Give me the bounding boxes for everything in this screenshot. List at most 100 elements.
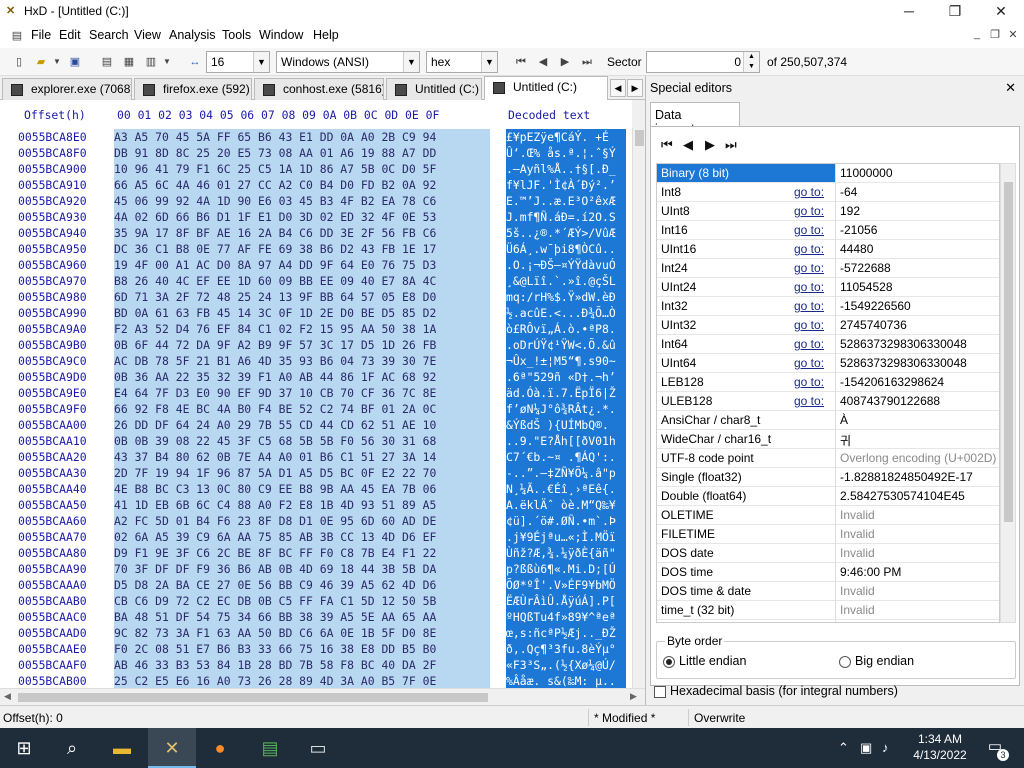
hex-row[interactable]: 0055BCA900 10 96 41 79 F1 6C 25 C5 1A 1D …	[0, 161, 632, 177]
row-bytes[interactable]: 0B 6F 44 72 DA 9F A2 B9 9F 57 3C 17 D5 1…	[114, 337, 490, 353]
row-decoded-text[interactable]: ¸&@Lïî.`.»î.@çŠL	[506, 273, 626, 289]
tab-firefox[interactable]: firefox.exe (592)	[134, 78, 252, 100]
volume-icon[interactable]: ♪	[882, 740, 889, 755]
scrollbar-thumb[interactable]	[635, 130, 644, 146]
hex-row[interactable]: 0055BCAA10 0B 0B 39 08 22 45 3F C5 68 5B …	[0, 433, 632, 449]
inspector-value[interactable]: 2.58427530574104E45	[835, 487, 999, 505]
hex-row[interactable]: 0055BCA9A0 F2 A3 52 D4 76 EF 84 C1 02 F2 …	[0, 321, 632, 337]
row-decoded-text[interactable]: ¢ü].´ö#.ØÑ.•m`.Þ	[506, 513, 626, 529]
inspector-row[interactable]: FILETIME Invalid	[657, 525, 999, 544]
hex-row[interactable]: 0055BCA8E0 A3 A5 70 45 5A FF 65 B6 43 E1 …	[0, 129, 632, 145]
row-bytes[interactable]: 9C 82 73 3A F1 63 AA 50 BD C6 6A 0E 1B 5…	[114, 625, 490, 641]
tab-untitled-c-1[interactable]: Untitled (C:)	[386, 78, 482, 100]
row-bytes[interactable]: E4 64 7F D3 E0 90 EF 9D 37 10 CB 70 CF 3…	[114, 385, 490, 401]
inspector-value[interactable]: Invalid	[835, 525, 999, 543]
row-decoded-text[interactable]: Ùñž?Æ,¾.¼ÿðÈ{äñ"	[506, 545, 626, 561]
last-icon[interactable]: ⏭	[725, 137, 737, 153]
row-bytes[interactable]: 26 DD DF 64 24 A0 29 7B 55 CD 44 CD 62 5…	[114, 417, 490, 433]
hex-row[interactable]: 0055BCA960 19 4F 00 A1 AC D0 8A 97 A4 DD …	[0, 257, 632, 273]
open-file-icon[interactable]: ▰	[32, 53, 50, 71]
row-bytes[interactable]: 66 92 F8 4E BC 4A B0 F4 BE 52 C2 74 BF 0…	[114, 401, 490, 417]
inspector-row[interactable]: UInt24 go to: 11054528	[657, 278, 999, 297]
goto-link[interactable]: go to:	[794, 299, 824, 313]
hex-row[interactable]: 0055BCA9D0 0B 36 AA 22 35 32 39 F1 A0 AB …	[0, 369, 632, 385]
row-decoded-text[interactable]: ËÆÙrÂìÛ.ÅÿúÁ].P[	[506, 593, 626, 609]
inspector-row[interactable]: Int16 go to: -21056	[657, 221, 999, 240]
hex-row[interactable]: 0055BCAAD0 9C 82 73 3A F1 63 AA 50 BD C6 …	[0, 625, 632, 641]
row-decoded-text[interactable]: ò£RÔvï„Á.ò.•ªP8.	[506, 321, 626, 337]
inspector-row[interactable]: UInt8 go to: 192	[657, 202, 999, 221]
tab-untitled-c-2[interactable]: Untitled (C:)	[484, 76, 608, 100]
row-bytes[interactable]: AB 46 33 B3 53 84 1B 28 BD 7B 58 F8 BC 4…	[114, 657, 490, 673]
inspector-row[interactable]: UInt64 go to: 5286373298306330048	[657, 354, 999, 373]
inspector-value[interactable]: Invalid	[835, 582, 999, 600]
inspector-value[interactable]: 귀	[835, 430, 999, 448]
row-decoded-text[interactable]: J.mf¶Ñ.áÐ=.í2O.S	[506, 209, 626, 225]
document-icon[interactable]: ▤	[98, 53, 116, 71]
hex-row[interactable]: 0055BCA980 6D 71 3A 2F 72 48 25 24 13 9F …	[0, 289, 632, 305]
row-decoded-text[interactable]: .O.¡¬ÐŠ—¤ÝŸdàvuÓ	[506, 257, 626, 273]
inspector-value[interactable]: 2745740736	[835, 316, 999, 334]
row-decoded-text[interactable]: ÕØ*ºÎ'.V»ÉF9¥bMÖ	[506, 577, 626, 593]
minimize-button[interactable]: ─	[886, 0, 932, 22]
tab-explorer[interactable]: explorer.exe (7068)	[2, 78, 132, 100]
clock[interactable]: 1:34 AM 4/13/2022	[903, 731, 977, 763]
row-decoded-text[interactable]: 5š..¿®.*´ÆÝ>/VûÆ	[506, 225, 626, 241]
new-file-icon[interactable]: ▯	[10, 53, 28, 71]
row-bytes[interactable]: 6D 71 3A 2F 72 48 25 24 13 9F BB 64 57 0…	[114, 289, 490, 305]
inspector-row[interactable]: Int24 go to: -5722688	[657, 259, 999, 278]
hex-row[interactable]: 0055BCA990 BD 0A 61 63 FB 45 14 3C 0F 1D …	[0, 305, 632, 321]
inspector-value[interactable]: Invalid	[835, 620, 999, 622]
row-decoded-text[interactable]: p?ßßù6¶«.Mi.D;[Ú	[506, 561, 626, 577]
row-decoded-text[interactable]: -..”.–‡ZÑ¥Õ¼.â"p	[506, 465, 626, 481]
row-bytes[interactable]: 41 1D EB 6B 6C C4 88 A0 F2 E8 1B 4D 93 5…	[114, 497, 490, 513]
hex-row[interactable]: 0055BCAA40 4E B8 BC C3 13 0C 80 C9 EE B8 …	[0, 481, 632, 497]
close-icon[interactable]: ✕	[1005, 80, 1016, 96]
hex-row[interactable]: 0055BCA9B0 0B 6F 44 72 DA 9F A2 B9 9F 57 …	[0, 337, 632, 353]
hex-row[interactable]: 0055BCAA30 2D 7F 19 94 1F 96 87 5A D1 A5 …	[0, 465, 632, 481]
goto-link[interactable]: go to:	[794, 204, 824, 218]
inspector-row[interactable]: DOS time 9:46:00 PM	[657, 563, 999, 582]
save-icon[interactable]: ▣	[66, 53, 84, 71]
row-decoded-text[interactable]: A.ëklÄˆ òè.M“Q‰¥	[506, 497, 626, 513]
hex-row[interactable]: 0055BCAAA0 D5 D8 2A BA CE 27 0E 56 BB C9 …	[0, 577, 632, 593]
row-bytes[interactable]: 19 4F 00 A1 AC D0 8A 97 A4 DD 9F 64 E0 7…	[114, 257, 490, 273]
first-sector-icon[interactable]: ⏮	[512, 53, 530, 71]
row-decoded-text[interactable]: Ü6Á¸.w¯þi8¶ÒCû..	[506, 241, 626, 257]
row-bytes[interactable]: DC 36 C1 B8 0E 77 AF FE 69 38 B6 D2 43 F…	[114, 241, 490, 257]
bytes-per-row-select[interactable]: 16 ▼	[206, 51, 270, 73]
inspector-row[interactable]: DOS date Invalid	[657, 544, 999, 563]
inspector-row[interactable]: UInt16 go to: 44480	[657, 240, 999, 259]
inspector-value[interactable]: 11000000	[835, 164, 999, 182]
prev-sector-icon[interactable]: ◀	[534, 53, 552, 71]
goto-link[interactable]: go to:	[794, 356, 824, 370]
inspector-value[interactable]: -1549226560	[835, 297, 999, 315]
row-bytes[interactable]: B8 26 40 4C EF EE 1D 60 09 BB EE 09 40 E…	[114, 273, 490, 289]
row-bytes[interactable]: CB C6 D9 72 C2 EC DB 0B C5 FF FA C1 5D 1…	[114, 593, 490, 609]
row-decoded-text[interactable]: äd.Óà.ï.7.ËpÏ6|Ž	[506, 385, 626, 401]
row-bytes[interactable]: 02 6A A5 39 C9 6A AA 75 85 AB 3B CC 13 4…	[114, 529, 490, 545]
inspector-value[interactable]: 5286373298306330048	[835, 335, 999, 353]
inspector-row[interactable]: Int8 go to: -64	[657, 183, 999, 202]
row-bytes[interactable]: D9 F1 9E 3F C6 2C BE 8F BC FF F0 C8 7B E…	[114, 545, 490, 561]
row-bytes[interactable]: 25 C2 E5 E6 16 A0 73 26 28 89 4D 3A A0 B…	[114, 673, 490, 688]
goto-link[interactable]: go to:	[794, 280, 824, 294]
scrollbar-thumb[interactable]	[1004, 182, 1013, 522]
row-bytes[interactable]: 0B 0B 39 08 22 45 3F C5 68 5B 5B F0 56 3…	[114, 433, 490, 449]
sector-input[interactable]: 0 ▲ ▼	[646, 51, 760, 73]
inspector-value[interactable]: -21056	[835, 221, 999, 239]
inspector-row[interactable]: LEB128 go to: -154206163298624	[657, 373, 999, 392]
row-bytes[interactable]: 66 A5 6C 4A 46 01 27 CC A2 C0 B4 D0 FD B…	[114, 177, 490, 193]
row-bytes[interactable]: 10 96 41 79 F1 6C 25 C5 1A 1D 86 A7 5B 0…	[114, 161, 490, 177]
row-decoded-text[interactable]: mq:/rH%$.Ÿ»dW.èÐ	[506, 289, 626, 305]
row-bytes[interactable]: 43 37 B4 80 62 0B 7E A4 A0 01 B6 C1 51 2…	[114, 449, 490, 465]
inspector-value[interactable]: Invalid	[835, 544, 999, 562]
tab-conhost[interactable]: conhost.exe (5816)	[254, 78, 384, 100]
task-manager-icon[interactable]: ▤	[246, 728, 294, 768]
inspector-row[interactable]: ULEB128 go to: 408743790122688	[657, 392, 999, 411]
hex-row[interactable]: 0055BCAA00 26 DD DF 64 24 A0 29 7B 55 CD …	[0, 417, 632, 433]
inspector-value[interactable]: À	[835, 411, 999, 429]
row-decoded-text[interactable]: .j¥9Éjªu…«;Ì.MÖï	[506, 529, 626, 545]
hex-row[interactable]: 0055BCA8F0 DB 91 8D 8C 25 20 E5 73 08 AA …	[0, 145, 632, 161]
inspector-value[interactable]: Invalid	[835, 506, 999, 524]
